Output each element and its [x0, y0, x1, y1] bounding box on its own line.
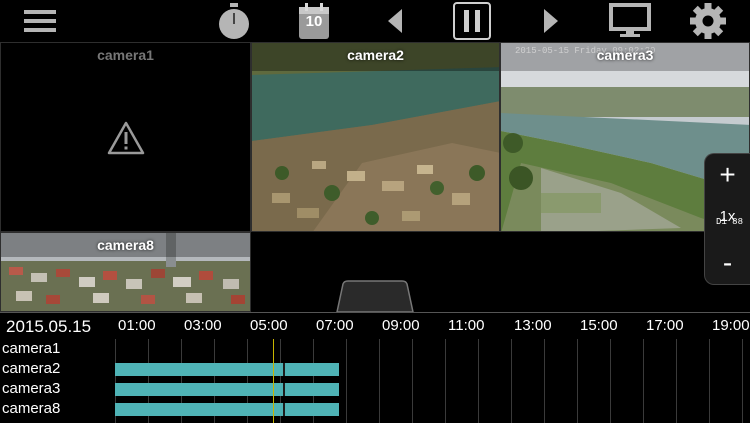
- drawer-handle[interactable]: [336, 280, 414, 313]
- timeline-hour-label: 15:00: [580, 317, 618, 334]
- menu-button[interactable]: [18, 0, 62, 42]
- timeline-gridline: [709, 339, 710, 423]
- timeline-camera-label[interactable]: camera8: [2, 399, 60, 419]
- timeline-camera-label[interactable]: camera3: [2, 379, 60, 399]
- timeline-camera-label[interactable]: camera2: [2, 359, 60, 379]
- timeline-hour-label: 07:00: [316, 317, 354, 334]
- timeline-camera-label[interactable]: camera1: [2, 339, 60, 359]
- timeline-hour-label: 09:00: [382, 317, 420, 334]
- timeline-track[interactable]: [115, 339, 750, 423]
- toolbar: 10: [0, 0, 750, 42]
- timeline-hour-label: 11:00: [448, 317, 485, 334]
- timeline-hour-label: 19:00: [712, 317, 750, 334]
- timeline-hour-label: 05:00: [250, 317, 288, 334]
- calendar-day: 10: [305, 13, 323, 30]
- monitor-icon: [609, 3, 651, 37]
- timeline-hour-label: 13:00: [514, 317, 552, 334]
- camera2-tile[interactable]: camera2: [251, 42, 500, 232]
- timeline-gridline: [412, 339, 413, 423]
- stopwatch-icon: [219, 3, 249, 39]
- camera1-label: camera1: [97, 47, 154, 63]
- camera3-label: camera3: [596, 47, 654, 63]
- timeline-gridline: [511, 339, 512, 423]
- pause-button[interactable]: [450, 0, 494, 42]
- camera2-label: camera2: [347, 47, 404, 63]
- timeline-gridline: [346, 339, 347, 423]
- timeline-panel: 2015.05.15 01:00 03:00 05:00 07:00 09:00 11:0…: [0, 312, 750, 423]
- gear-icon: [690, 3, 726, 39]
- timeline-gridline: [610, 339, 611, 423]
- timeline-gridline: [577, 339, 578, 423]
- recording-segment-divider: [283, 383, 286, 396]
- camera2-video-frame: [252, 43, 499, 231]
- timeline-gridline: [676, 339, 677, 423]
- camera8-label: camera8: [97, 237, 154, 253]
- timeline-gridline: [478, 339, 479, 423]
- timeline-gridline: [643, 339, 644, 423]
- recording-segment-divider: [283, 403, 286, 416]
- recording-segment-camera2[interactable]: [115, 363, 340, 376]
- pause-icon: [453, 2, 491, 40]
- timeline-playhead[interactable]: [273, 339, 275, 423]
- timeline-hour-label: 17:00: [646, 317, 684, 334]
- settings-button[interactable]: [686, 0, 730, 42]
- camera1-tile[interactable]: camera1: [0, 42, 251, 232]
- recording-segment-camera3[interactable]: [115, 383, 340, 396]
- camera8-tile[interactable]: camera8: [0, 232, 251, 312]
- camera-grid: camera1 camera2 2015-05-15 Friday 09:02:…: [0, 42, 750, 312]
- previous-icon: [388, 9, 402, 33]
- recording-segment-divider: [283, 363, 286, 376]
- timeline-hour-label: 01:00: [118, 317, 156, 334]
- calendar-button[interactable]: 10: [292, 0, 336, 42]
- zoom-out-button[interactable]: -: [705, 246, 750, 280]
- next-icon: [544, 9, 558, 33]
- timeline-date: 2015.05.15: [6, 317, 92, 336]
- timeline-gridline: [544, 339, 545, 423]
- zoom-in-button[interactable]: +: [705, 158, 750, 192]
- monitor-button[interactable]: [606, 0, 654, 42]
- recording-segment-camera8[interactable]: [115, 403, 340, 416]
- timeline-gridline: [742, 339, 743, 423]
- menu-icon: [24, 10, 56, 32]
- camera3-osd-id: D1 88: [715, 217, 743, 227]
- previous-button[interactable]: [374, 0, 414, 42]
- stopwatch-button[interactable]: [212, 0, 256, 42]
- timeline-gridline: [379, 339, 380, 423]
- warning-icon: [107, 121, 145, 155]
- timeline-hour-label: 03:00: [184, 317, 222, 334]
- next-button[interactable]: [532, 0, 572, 42]
- timeline-gridline: [445, 339, 446, 423]
- drawer-handle-shape: [336, 280, 414, 313]
